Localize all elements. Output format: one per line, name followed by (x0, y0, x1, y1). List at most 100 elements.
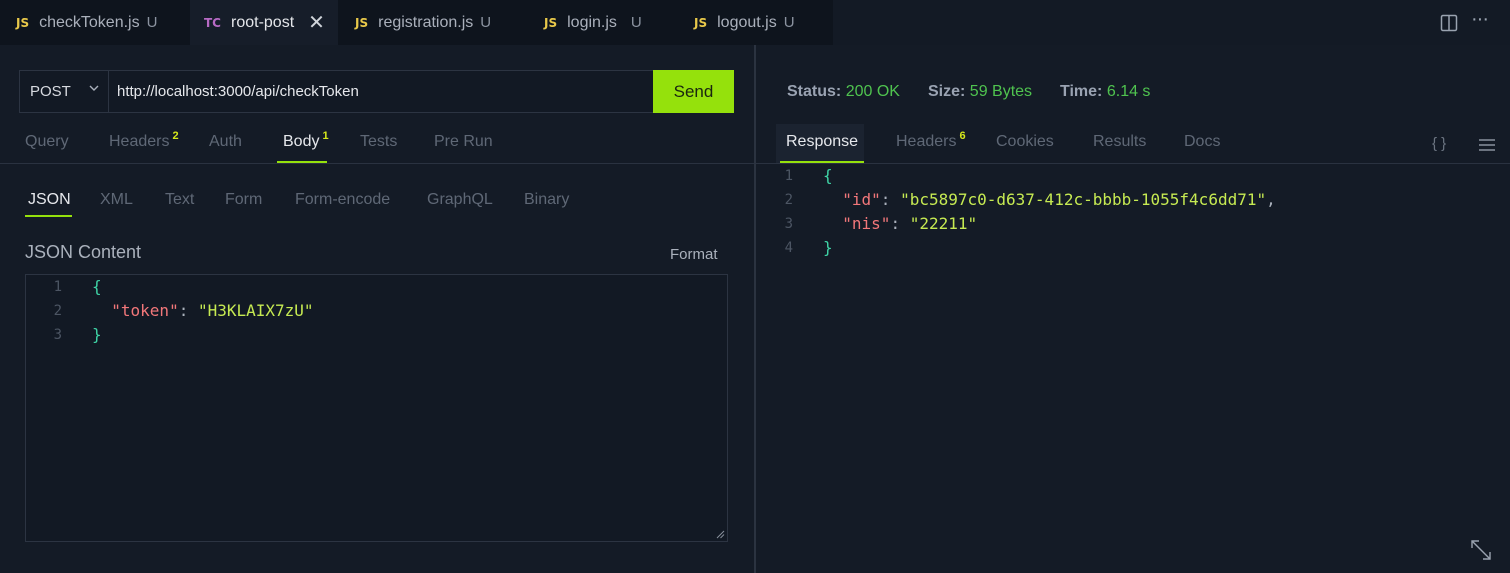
untracked-mark: U (480, 14, 492, 31)
tab-query[interactable]: Query (25, 133, 69, 151)
tab-logout[interactable]: JS logout.js U (694, 0, 795, 45)
pane-divider[interactable] (754, 45, 756, 573)
tab-cookies[interactable]: Cookies (996, 133, 1054, 151)
line-number: 4 (784, 240, 793, 256)
split-editor-icon[interactable] (1440, 14, 1458, 32)
json-value: "22211" (909, 214, 978, 233)
tab-docs[interactable]: Docs (1184, 133, 1220, 151)
line-number: 2 (53, 303, 62, 319)
json-colon: : (880, 190, 901, 209)
untracked-mark: U (146, 14, 158, 31)
size-info: Size: 59 Bytes (928, 83, 1032, 101)
time-value: 6.14 s (1106, 83, 1151, 100)
code-line: { (92, 275, 102, 299)
code-line: "id": "bc5897c0-d637-412c-bbbb-1055f4c6d… (823, 188, 1276, 212)
tab-label: checkToken.js (39, 13, 140, 31)
json-value: "H3KLAIX7zU" (197, 301, 314, 320)
body-tab-text[interactable]: Text (165, 191, 194, 209)
tab-tests[interactable]: Tests (360, 133, 397, 151)
json-colon: : (890, 214, 910, 233)
js-file-icon: JS (544, 15, 558, 30)
close-brace: } (92, 325, 102, 344)
body-tab-form[interactable]: Form (225, 191, 262, 209)
format-button[interactable]: Format (670, 246, 718, 263)
status-info: Status: 200 OK (787, 83, 900, 101)
code-line: "nis": "22211" (823, 212, 977, 236)
json-key: "nis" (842, 214, 891, 233)
expand-icon[interactable] (1469, 538, 1493, 562)
tab-body[interactable]: Body 1 (283, 130, 329, 151)
time-info: Time: 6.14 s (1060, 83, 1150, 101)
braces-icon[interactable]: { } (1432, 135, 1446, 152)
method-value: POST (30, 83, 71, 100)
request-tabs-divider (0, 163, 754, 164)
tab-label: root-post (231, 13, 295, 31)
body-tab-graphql[interactable]: GraphQL (427, 191, 493, 209)
tab-label: logout.js (717, 13, 777, 31)
tab-pre-run[interactable]: Pre Run (434, 133, 493, 151)
line-number: 2 (784, 192, 793, 208)
code-line: "token": "H3KLAIX7zU" (92, 299, 314, 323)
code-line: { (823, 164, 833, 188)
json-value: "bc5897c0-d637-412c-bbbb-1055f4c6dd71" (900, 190, 1267, 209)
active-body-tab-underline (25, 215, 72, 217)
js-file-icon: JS (355, 15, 369, 30)
tab-registration[interactable]: JS registration.js U (355, 0, 491, 45)
untracked-mark: U (630, 14, 642, 31)
tab-login[interactable]: JS login.js U (544, 0, 642, 45)
url-input[interactable]: http://localhost:3000/api/checkToken (109, 71, 653, 112)
line-number: 1 (784, 168, 793, 184)
json-key: "token" (111, 301, 179, 320)
response-tabs-divider (756, 163, 1510, 164)
open-brace: { (92, 277, 102, 296)
tab-label: Body (283, 133, 320, 150)
tab-label: login.js (567, 13, 617, 31)
response-headers-count-badge: 6 (959, 130, 966, 142)
body-count-badge: 1 (322, 130, 329, 142)
size-label: Size: (928, 83, 966, 100)
method-select[interactable]: POST (20, 71, 109, 112)
tab-root-post[interactable]: TC root-post ✕ (190, 0, 338, 45)
line-number: 3 (784, 216, 793, 232)
tab-results[interactable]: Results (1093, 133, 1146, 151)
code-line: } (823, 236, 833, 260)
close-icon[interactable]: ✕ (308, 13, 325, 33)
chevron-down-icon (89, 85, 99, 91)
resize-handle-icon[interactable] (716, 530, 725, 539)
headers-count-badge: 2 (172, 130, 179, 142)
request-bar: POST http://localhost:3000/api/checkToke… (19, 70, 734, 113)
body-tab-json[interactable]: JSON (28, 191, 71, 209)
line-number: 1 (53, 279, 62, 295)
more-actions-icon[interactable]: ··· (1471, 8, 1489, 31)
tab-response-headers[interactable]: Headers 6 (896, 130, 966, 151)
status-label: Status: (787, 83, 842, 100)
tab-label: Headers (896, 133, 957, 150)
editor-tab-bar: JS checkToken.js U TC root-post ✕ JS reg… (0, 0, 1510, 45)
js-file-icon: JS (16, 15, 30, 30)
json-colon: : (178, 301, 198, 320)
tab-response[interactable]: Response (786, 133, 858, 151)
json-comma: , (1266, 190, 1276, 209)
js-file-icon: JS (694, 15, 708, 30)
line-number: 3 (53, 327, 62, 343)
tab-bar-empty-area (833, 0, 1510, 45)
thunder-client-icon: TC (204, 15, 221, 30)
close-brace: } (823, 238, 833, 257)
body-tab-xml[interactable]: XML (100, 191, 133, 209)
send-button[interactable]: Send (653, 70, 734, 113)
open-brace: { (823, 166, 833, 185)
json-content-label: JSON Content (25, 242, 142, 262)
json-body-editor[interactable]: 1 2 3 { "token": "H3KLAIX7zU" } (25, 274, 728, 542)
menu-icon[interactable] (1478, 138, 1496, 152)
body-tab-form-encode[interactable]: Form-encode (295, 191, 390, 209)
tab-headers[interactable]: Headers 2 (109, 130, 179, 151)
status-value: 200 OK (845, 83, 900, 100)
tab-label: Headers (109, 133, 170, 150)
tab-checktoken[interactable]: JS checkToken.js U (16, 0, 157, 45)
code-line: } (92, 323, 102, 347)
tab-auth[interactable]: Auth (209, 133, 242, 151)
tab-label: registration.js (378, 13, 474, 31)
json-key: "id" (842, 190, 881, 209)
body-tab-binary[interactable]: Binary (524, 191, 569, 209)
untracked-mark: U (783, 14, 795, 31)
